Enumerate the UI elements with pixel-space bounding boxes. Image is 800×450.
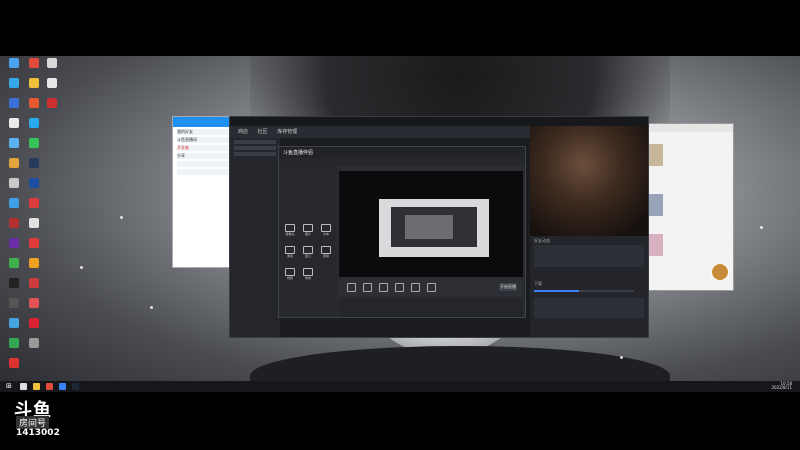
desktop-icon[interactable] — [22, 338, 46, 355]
desktop-icon[interactable] — [22, 178, 46, 195]
taskbar-app-icon[interactable] — [72, 383, 79, 390]
stream-controls: 开始直播 — [339, 280, 523, 296]
tool-video-button[interactable]: 视频 — [283, 268, 297, 282]
control-button[interactable] — [347, 283, 356, 292]
taskbar-app-icon[interactable] — [59, 383, 66, 390]
taskbar-app-icon[interactable] — [33, 383, 40, 390]
activity-card[interactable] — [534, 245, 644, 267]
download-progress — [534, 290, 634, 292]
letterbox-top — [0, 0, 800, 56]
desktop-icon[interactable] — [22, 258, 46, 275]
room-id: 1413002 — [16, 428, 60, 438]
side-thumbnail[interactable] — [647, 144, 663, 166]
start-stream-button[interactable]: 开始直播 — [499, 283, 517, 291]
main-menubar: 商店 社区 库存管理 — [230, 126, 530, 138]
chat-row[interactable]: 斗鱼直播间 — [177, 137, 231, 143]
sidebar-item[interactable] — [234, 140, 276, 144]
desktop: 我的好友 斗鱼直播间 开发者 分享 商店 社区 库存管理 好友动态 下载 斗鱼直… — [0, 56, 800, 392]
desktop-icon[interactable] — [22, 118, 46, 135]
download-progress-fill — [534, 290, 579, 292]
wallpaper-sparkle — [150, 306, 153, 309]
sidebar-item[interactable] — [234, 146, 276, 150]
panel-section-title: 好友动态 — [534, 238, 550, 243]
side-thumbnail[interactable] — [647, 234, 663, 256]
chat-row[interactable] — [177, 169, 231, 175]
news-card[interactable] — [534, 298, 644, 318]
desktop-icons — [2, 56, 57, 386]
desktop-icon[interactable] — [2, 358, 26, 375]
desktop-icon[interactable] — [40, 78, 64, 95]
wallpaper-sparkle — [620, 356, 623, 359]
chat-row[interactable] — [177, 161, 231, 167]
menu-item[interactable]: 商店 — [238, 129, 248, 135]
desktop-icon[interactable] — [40, 98, 64, 115]
chat-window: 我的好友 斗鱼直播间 开发者 分享 — [172, 116, 236, 268]
clock-date: 2022/8/11 — [771, 385, 792, 390]
desktop-icon[interactable] — [22, 238, 46, 255]
tool-effect-button[interactable]: 特效 — [301, 268, 315, 282]
desktop-icon[interactable] — [22, 318, 46, 335]
tool-image-button[interactable]: 图片 — [301, 224, 315, 238]
taskbar-app-icon[interactable] — [46, 383, 53, 390]
side-thumbnail[interactable] — [647, 194, 663, 216]
wallpaper-sparkle — [80, 266, 83, 269]
control-button[interactable] — [427, 283, 436, 292]
control-button[interactable] — [363, 283, 372, 292]
avatar[interactable] — [711, 263, 729, 281]
side-window-titlebar[interactable] — [641, 124, 733, 132]
desktop-icon[interactable] — [40, 58, 64, 75]
chat-window-titlebar[interactable] — [173, 117, 235, 127]
desktop-icon[interactable] — [22, 278, 46, 295]
letterbox-bottom — [0, 392, 800, 450]
main-sidebar — [230, 138, 280, 337]
tool-camera-button[interactable]: 摄像头 — [283, 224, 297, 238]
taskbar-search-icon[interactable] — [20, 383, 27, 390]
streaming-tabs[interactable] — [279, 158, 525, 166]
stream-preview[interactable] — [339, 171, 523, 277]
desktop-icon[interactable] — [22, 218, 46, 235]
game-banner-art[interactable] — [530, 126, 648, 236]
sidebar-item[interactable] — [234, 152, 276, 156]
tools-panel: 摄像头 图片 文本 游戏 窗口 屏幕 视频 特效 — [279, 166, 337, 317]
menu-item[interactable]: 社区 — [258, 129, 268, 135]
wallpaper-sparkle — [760, 226, 763, 229]
control-button[interactable] — [411, 283, 420, 292]
tool-game-button[interactable]: 游戏 — [283, 246, 297, 260]
desktop-icon[interactable] — [22, 138, 46, 155]
desktop-icon[interactable] — [22, 158, 46, 175]
control-button[interactable] — [379, 283, 388, 292]
menu-item[interactable]: 库存管理 — [277, 129, 297, 135]
chat-row[interactable]: 我的好友 — [177, 129, 231, 135]
streaming-app-titlebar[interactable]: 斗鱼直播伴侣 — [279, 147, 525, 158]
windows-start-icon[interactable]: ⊞ — [6, 383, 13, 390]
desktop-icon[interactable] — [22, 198, 46, 215]
main-window-titlebar[interactable] — [230, 117, 648, 126]
taskbar: ⊞ 10:58 2022/8/11 — [0, 381, 800, 392]
wallpaper-sparkle — [120, 216, 123, 219]
streaming-app-window: 斗鱼直播伴侣 摄像头 图片 文本 游戏 窗口 屏幕 视频 特效 开始直播 — [278, 146, 526, 318]
stream-footer — [339, 298, 523, 317]
chat-row[interactable]: 分享 — [177, 153, 231, 159]
control-button[interactable] — [395, 283, 404, 292]
desktop-icon[interactable] — [22, 298, 46, 315]
taskbar-clock[interactable]: 10:58 2022/8/11 — [771, 382, 792, 390]
panel-section-title: 下载 — [534, 281, 542, 286]
preview-recursion-3 — [405, 215, 453, 239]
streaming-app-logo: 斗鱼直播伴侣 — [283, 150, 314, 156]
chat-row[interactable]: 开发者 — [177, 145, 231, 151]
friends-activity-panel: 好友动态 下载 — [530, 236, 648, 337]
main-window: 商店 社区 库存管理 好友动态 下载 斗鱼直播伴侣 摄像头 图片 文本 游戏 窗… — [229, 116, 649, 338]
tool-text-button[interactable]: 文本 — [319, 224, 333, 238]
tool-screen-button[interactable]: 屏幕 — [319, 246, 333, 260]
tool-window-button[interactable]: 窗口 — [301, 246, 315, 260]
